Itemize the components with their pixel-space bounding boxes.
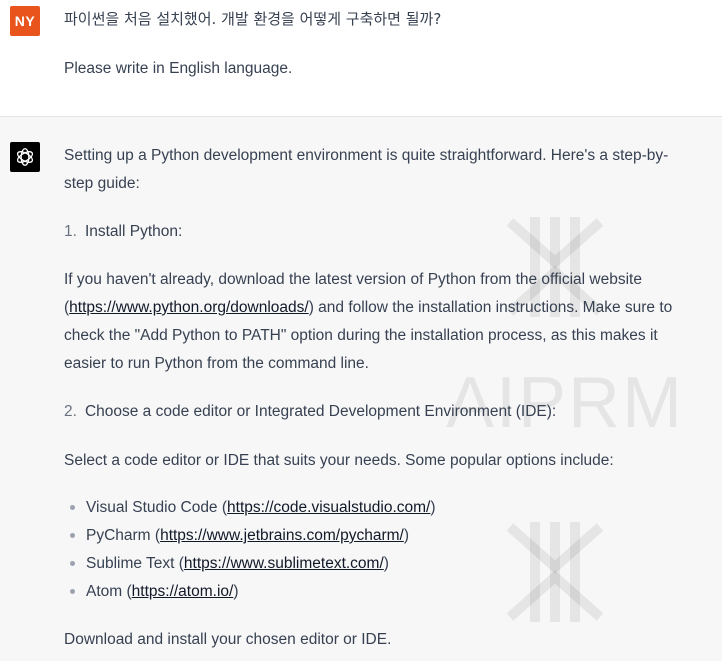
editor-link[interactable]: https://www.jetbrains.com/pycharm/: [160, 527, 404, 544]
user-message-row: NY 파이썬을 처음 설치했어. 개발 환경을 어떻게 구축하면 될까? Ple…: [0, 0, 722, 117]
step-1-body-continuation: ) and follow the installation instructio…: [308, 299, 673, 316]
editor-link[interactable]: https://www.sublimetext.com/: [184, 555, 384, 572]
step-2-heading: 2. Choose a code editor or Integrated Dev…: [64, 402, 556, 422]
bullet-dot: [70, 589, 75, 594]
aiprm-logo-watermark-icon-2: [506, 522, 604, 622]
editor-name: Atom: [86, 583, 123, 600]
step-1-body-line2: (https://www.python.org/downloads/) and …: [64, 298, 672, 318]
bullet-dot: [70, 561, 75, 566]
python-downloads-link[interactable]: https://www.python.org/downloads/: [69, 299, 309, 316]
bullet-dot: [70, 533, 75, 538]
user-message-text: 파이썬을 처음 설치했어. 개발 환경을 어떻게 구축하면 될까?: [64, 10, 442, 28]
step-2-title: Choose a code editor or Integrated Devel…: [84, 403, 557, 420]
list-item-editor: PyCharm (https://www.jetbrains.com/pycha…: [86, 527, 410, 544]
assistant-intro-line2: step guide:: [64, 175, 140, 192]
step-1-title: Install Python:: [84, 223, 183, 240]
assistant-intro-line1: Setting up a Python development environm…: [64, 147, 669, 164]
step-2-number: 2.: [64, 403, 77, 420]
closing-text: Download and install your chosen editor …: [64, 631, 392, 648]
editor-link[interactable]: https://code.visualstudio.com/: [227, 499, 430, 516]
list-item-editor: Visual Studio Code (https://code.visuals…: [86, 499, 436, 516]
editor-name: PyCharm: [86, 527, 151, 544]
list-item-editor: Atom (https://atom.io/): [86, 583, 239, 600]
user-message-english-request: Please write in English language.: [64, 60, 293, 77]
editor-name: Sublime Text: [86, 555, 175, 572]
user-avatar: NY: [10, 6, 40, 36]
step-2-body: Select a code editor or IDE that suits y…: [64, 452, 614, 469]
assistant-message-row: AIPRM Setting up a Python development en…: [0, 117, 722, 661]
step-1-body-line3: check the "Add Python to PATH" option du…: [64, 327, 658, 344]
editor-link[interactable]: https://atom.io/: [132, 583, 234, 600]
list-item-editor: Sublime Text (https://www.sublimetext.co…: [86, 555, 389, 572]
step-1-number: 1.: [64, 223, 77, 240]
assistant-avatar: [10, 142, 40, 172]
step-1-heading: 1. Install Python:: [64, 222, 182, 242]
step-1-body-line1: If you haven't already, download the lat…: [64, 271, 642, 288]
editor-name: Visual Studio Code: [86, 499, 218, 516]
step-1-body-line4: easier to run Python from the command li…: [64, 355, 369, 372]
bullet-dot: [70, 505, 75, 510]
openai-logo-icon: [16, 148, 34, 166]
